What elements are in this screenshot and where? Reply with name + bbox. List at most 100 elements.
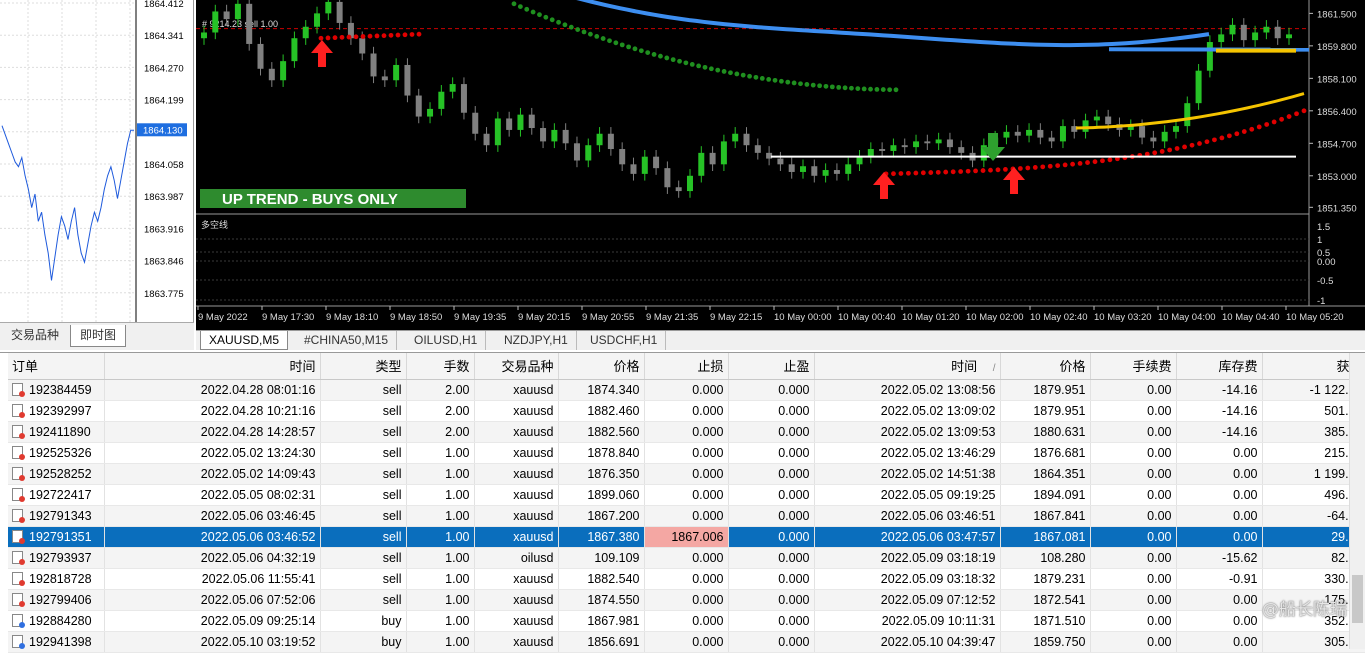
cell-open-price: 1856.691: [558, 631, 644, 652]
table-row[interactable]: 1927939372022.05.06 04:32:19sell1.00oilu…: [8, 547, 1365, 568]
table-row[interactable]: 1928187282022.05.06 11:55:41sell1.00xauu…: [8, 568, 1365, 589]
trend-dot-red: [1063, 163, 1068, 168]
tab-oilusd-h1[interactable]: OILUSD,H1: [406, 331, 486, 350]
main-price-chart[interactable]: 1861.5001859.8001858.1001856.4001854.700…: [196, 0, 1365, 330]
col-header-close-time[interactable]: 时间 /: [814, 353, 1000, 379]
sell-order-icon: [12, 446, 23, 459]
candle-body: [608, 134, 614, 149]
tab-xauusd-m5[interactable]: XAUUSD,M5: [200, 331, 288, 350]
buy-order-icon: [12, 614, 23, 627]
table-row[interactable]: 1927913512022.05.06 03:46:52sell1.00xauu…: [8, 526, 1365, 547]
time-axis-label: 9 May 19:35: [454, 312, 506, 323]
chart-tabs: XAUUSD,M5 #CHINA50,M15 OILUSD,H1 NZDJPY,…: [196, 330, 1365, 350]
trend-dot-green: [875, 87, 880, 92]
candle-body: [1060, 126, 1066, 141]
cell-open-time: 2022.05.06 11:55:41: [104, 568, 320, 589]
candle-body: [642, 157, 648, 174]
trend-dot-green: [747, 74, 752, 79]
col-header-commission[interactable]: 手续费: [1090, 353, 1176, 379]
tab-tick-chart[interactable]: 即时图: [70, 325, 126, 347]
candle-body: [777, 159, 783, 165]
cell-close-price: 1859.750: [1000, 631, 1090, 652]
candle-body: [755, 145, 761, 153]
col-header-open-time[interactable]: 时间: [104, 353, 320, 379]
tab-nzdjpy-h1[interactable]: NZDJPY,H1: [496, 331, 577, 350]
table-row[interactable]: 1927913432022.05.06 03:46:45sell1.00xauu…: [8, 505, 1365, 526]
col-header-close-price[interactable]: 价格: [1000, 353, 1090, 379]
trend-dot-red: [326, 36, 331, 41]
trend-dot-red: [1294, 111, 1299, 116]
trend-dot-red: [988, 168, 993, 173]
trend-dot-green: [531, 10, 536, 15]
table-row[interactable]: 1925253262022.05.02 13:24:30sell1.00xauu…: [8, 442, 1365, 463]
close-time-label: 时间: [951, 359, 977, 374]
candle-body: [314, 13, 320, 26]
price-axis-label: 1864.270: [144, 63, 184, 74]
table-row[interactable]: 1923844592022.04.28 08:01:16sell2.00xauu…: [8, 379, 1365, 400]
trend-dot-green: [594, 34, 599, 39]
trend-dot-green: [804, 82, 809, 87]
col-header-symbol[interactable]: 交易品种: [474, 353, 558, 379]
table-row[interactable]: 1928842802022.05.09 09:25:14buy1.00xauus…: [8, 610, 1365, 631]
tab-usdchf-h1[interactable]: USDCHF,H1: [582, 331, 666, 350]
tab-china50-m15[interactable]: #CHINA50,M15: [296, 331, 397, 350]
cell-order-id: 192799406: [8, 589, 104, 610]
col-header-lots[interactable]: 手数: [406, 353, 474, 379]
candle-body: [269, 69, 275, 80]
cell-stop-loss: 0.000: [644, 379, 728, 400]
col-header-swap[interactable]: 库存费: [1176, 353, 1262, 379]
col-header-type[interactable]: 类型: [320, 353, 406, 379]
candle-body: [427, 109, 433, 117]
col-header-open-price[interactable]: 价格: [558, 353, 644, 379]
trend-dot-red: [966, 169, 971, 174]
cell-stop-loss: 0.000: [644, 421, 728, 442]
trend-dot-green: [728, 70, 733, 75]
trend-dot-green: [556, 20, 561, 25]
table-row[interactable]: 1929413982022.05.10 03:19:52buy1.00xauus…: [8, 631, 1365, 652]
cell-stop-loss: 0.000: [644, 484, 728, 505]
cell-swap: 0.00: [1176, 631, 1262, 652]
cell-order-id: 192722417: [8, 484, 104, 505]
table-row[interactable]: 1923929972022.04.28 10:21:16sell2.00xauu…: [8, 400, 1365, 421]
trend-dot-red: [1242, 129, 1247, 134]
scrollbar-thumb[interactable]: [1352, 575, 1363, 623]
col-header-stop-loss[interactable]: 止损: [644, 353, 728, 379]
cell-lots: 1.00: [406, 505, 474, 526]
trend-dot-red: [981, 168, 986, 173]
table-row[interactable]: 1924118902022.04.28 14:28:57sell2.00xauu…: [8, 421, 1365, 442]
cell-close-price: 1871.510: [1000, 610, 1090, 631]
candle-body: [845, 164, 851, 174]
cell-symbol: xauusd: [474, 484, 558, 505]
price-axis-label: 1851.350: [1317, 203, 1357, 214]
cell-close-price: 1894.091: [1000, 484, 1090, 505]
candle-body: [744, 134, 750, 145]
price-axis-label: 1863.987: [144, 192, 184, 203]
cell-open-time: 2022.05.09 09:25:14: [104, 610, 320, 631]
tab-symbols[interactable]: 交易品种: [4, 325, 66, 347]
cell-close-price: 1879.951: [1000, 400, 1090, 421]
candle-body: [337, 2, 343, 23]
cell-take-profit: 0.000: [728, 421, 814, 442]
table-row[interactable]: 1927224172022.05.05 08:02:31sell1.00xauu…: [8, 484, 1365, 505]
table-row[interactable]: 1925282522022.05.02 14:09:43sell1.00xauu…: [8, 463, 1365, 484]
col-header-take-profit[interactable]: 止盈: [728, 353, 814, 379]
order-id-text: 192793937: [29, 551, 92, 565]
candle-body: [472, 113, 478, 134]
cell-take-profit: 0.000: [728, 379, 814, 400]
col-header-order[interactable]: 订单: [8, 353, 104, 379]
cell-close-price: 1867.841: [1000, 505, 1090, 526]
price-axis-label: 1853.000: [1317, 172, 1357, 183]
table-row[interactable]: 1927994062022.05.06 07:52:06sell1.00xauu…: [8, 589, 1365, 610]
price-axis-label: 1854.700: [1317, 139, 1357, 150]
cell-close-price: 1880.631: [1000, 421, 1090, 442]
cell-swap: 0.00: [1176, 610, 1262, 631]
main-chart-canvas[interactable]: 1861.5001859.8001858.1001856.4001854.700…: [196, 0, 1365, 330]
trend-dot-green: [766, 77, 771, 82]
order-id-text: 192791343: [29, 509, 92, 523]
vertical-scrollbar[interactable]: [1349, 353, 1365, 649]
trend-dot-green: [830, 84, 835, 89]
candle-body: [1252, 32, 1258, 40]
cell-lots: 1.00: [406, 568, 474, 589]
candle-body: [1218, 34, 1224, 42]
time-axis-label: 10 May 02:40: [1030, 312, 1088, 323]
